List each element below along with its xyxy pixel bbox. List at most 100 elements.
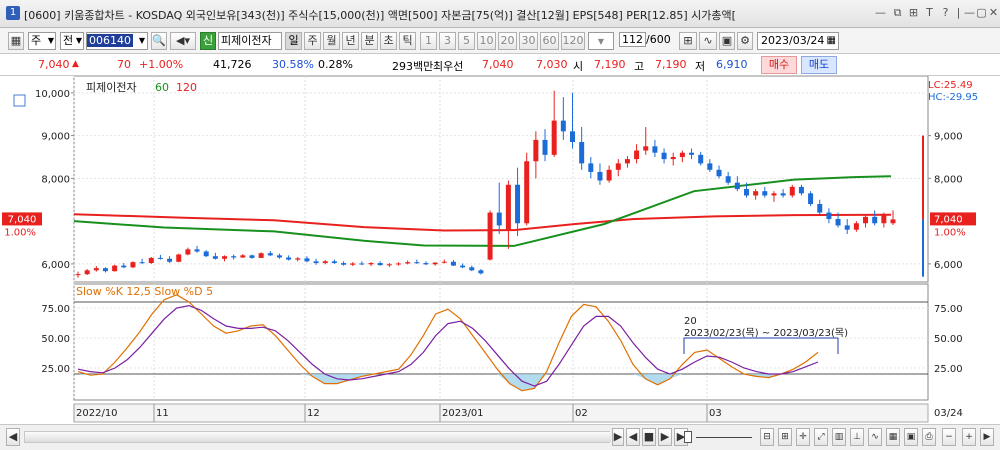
settings-icon[interactable]: ⚙: [737, 32, 753, 50]
chevron-down-icon: ▼: [138, 36, 145, 45]
candle-body: [258, 253, 264, 258]
crosshair-icon[interactable]: ✛: [796, 428, 810, 446]
interval-5[interactable]: 5: [458, 32, 475, 50]
scrollbar-thumb[interactable]: [25, 432, 611, 442]
candle-body: [130, 262, 136, 268]
candle-body: [286, 257, 292, 260]
interval-3[interactable]: 3: [439, 32, 456, 50]
price-tick-label: 6,000: [41, 260, 70, 271]
interval-1[interactable]: 1: [420, 32, 437, 50]
zoom-in-icon[interactable]: ⊞: [778, 428, 792, 446]
chart-area[interactable]: 2022/10 11 12 2023/01 02 03 03/24 10,000 9,000 8,…: [0, 75, 1000, 424]
line-tool-icon[interactable]: ∿: [699, 32, 717, 50]
buy-button[interactable]: 매수: [761, 56, 797, 74]
best-ask: 7,040: [482, 58, 514, 71]
candle-body: [359, 263, 365, 265]
candle-body: [615, 163, 621, 170]
scroll-left-icon[interactable]: ◀: [6, 428, 20, 446]
stoch-tick-label: 75.00: [41, 304, 70, 315]
count-value[interactable]: 112: [619, 32, 646, 47]
interval-120[interactable]: 120: [561, 32, 585, 50]
volume-ratio: 30.58%: [272, 58, 314, 71]
candle-body: [579, 142, 585, 164]
candle-body: [405, 262, 411, 264]
tab-week[interactable]: 주: [304, 32, 321, 50]
reset-icon[interactable]: ⤢: [814, 428, 828, 446]
scroll-end-icon[interactable]: ▶: [980, 428, 994, 446]
sell-button[interactable]: 매도: [801, 56, 837, 74]
legend-ma120: 120: [176, 81, 197, 94]
collapse-icon[interactable]: −: [942, 428, 956, 446]
grid-icon[interactable]: ⊞: [907, 6, 920, 19]
tab-month[interactable]: 월: [323, 32, 340, 50]
window-close-icon[interactable]: ✕: [987, 6, 1000, 19]
candle-body: [341, 263, 347, 265]
price-change: 70: [117, 58, 131, 71]
bar-chart-icon[interactable]: ▥: [832, 428, 846, 446]
candle-body: [670, 156, 676, 160]
interval-20[interactable]: 20: [498, 32, 517, 50]
rewind-icon[interactable]: ◀: [626, 428, 640, 446]
expand-icon[interactable]: +: [962, 428, 976, 446]
scrollbar-track[interactable]: [24, 431, 611, 443]
candle-body: [441, 261, 447, 263]
speaker-icon[interactable]: ◀▾: [170, 32, 196, 50]
tab-tick[interactable]: 틱: [399, 32, 416, 50]
stoch-tick-label-right: 25.00: [934, 364, 963, 375]
date-input[interactable]: 2023/03/24 ▦: [757, 32, 839, 50]
minimize-icon[interactable]: —: [874, 6, 887, 19]
image-icon[interactable]: ▣: [904, 428, 918, 446]
line-chart-icon[interactable]: ∿: [868, 428, 882, 446]
market-select[interactable]: 전 ▼: [60, 32, 84, 50]
grid-layout-icon[interactable]: ▦: [8, 32, 24, 50]
tab-minute[interactable]: 분: [361, 32, 378, 50]
app-number-icon[interactable]: 1: [6, 6, 20, 20]
period-type-select[interactable]: 주 ▼: [28, 32, 56, 50]
play-icon[interactable]: ▶: [658, 428, 672, 446]
candle-body: [762, 191, 768, 196]
chart-canvas[interactable]: 2022/10 11 12 2023/01 02 03 03/24 10,000 9,000 8,…: [0, 75, 1000, 424]
candle-body: [780, 193, 786, 196]
stop-icon[interactable]: ■: [642, 428, 656, 446]
candle-body: [698, 154, 704, 164]
candle-body: [753, 191, 759, 196]
save-icon[interactable]: ▣: [719, 32, 735, 50]
time-axis-label: 02: [575, 408, 588, 419]
zoom-out-icon[interactable]: ⊟: [760, 428, 774, 446]
date-value: 2023/03/24: [761, 34, 825, 47]
candle-body: [624, 159, 630, 164]
tab-day[interactable]: 일: [285, 32, 302, 50]
restore-window-icon[interactable]: ⧉: [891, 6, 904, 19]
candle-body: [276, 255, 282, 258]
high-price: 7,190: [655, 58, 687, 71]
candle-body: [295, 258, 301, 260]
tab-second[interactable]: 초: [380, 32, 397, 50]
search-icon[interactable]: 🔍: [151, 32, 167, 50]
interval-30[interactable]: 30: [519, 32, 538, 50]
candle-body: [597, 171, 603, 181]
indicator-icon[interactable]: ⊞: [679, 32, 697, 50]
candle-icon[interactable]: ⊥: [850, 428, 864, 446]
custom-interval-select[interactable]: ▼: [588, 32, 614, 50]
price-panel-title: 피제이전자: [86, 81, 137, 94]
pct-marker-left-label: 1.00%: [4, 227, 36, 238]
stock-code-input[interactable]: 006140 ▼: [86, 32, 148, 50]
font-icon[interactable]: T: [923, 6, 936, 19]
interval-10[interactable]: 10: [477, 32, 496, 50]
scroll-right-icon[interactable]: ▶: [612, 428, 624, 446]
ask-label: 최우선: [433, 60, 464, 73]
zoom-slider[interactable]: [696, 437, 752, 438]
candle-body: [771, 193, 777, 196]
print-icon[interactable]: ⎙: [922, 428, 936, 446]
tab-year[interactable]: 년: [342, 32, 359, 50]
low-label: 저: [695, 60, 706, 73]
zoom-handle[interactable]: [684, 431, 692, 443]
calendar-icon[interactable]: ▦: [827, 33, 836, 49]
table-icon[interactable]: ▦: [886, 428, 900, 446]
candle-body: [689, 152, 695, 155]
help-icon[interactable]: ?: [939, 6, 952, 19]
candle-body: [487, 212, 493, 260]
price-tick-label-right: 6,000: [934, 260, 963, 271]
candle-body: [679, 152, 685, 157]
interval-60[interactable]: 60: [540, 32, 559, 50]
